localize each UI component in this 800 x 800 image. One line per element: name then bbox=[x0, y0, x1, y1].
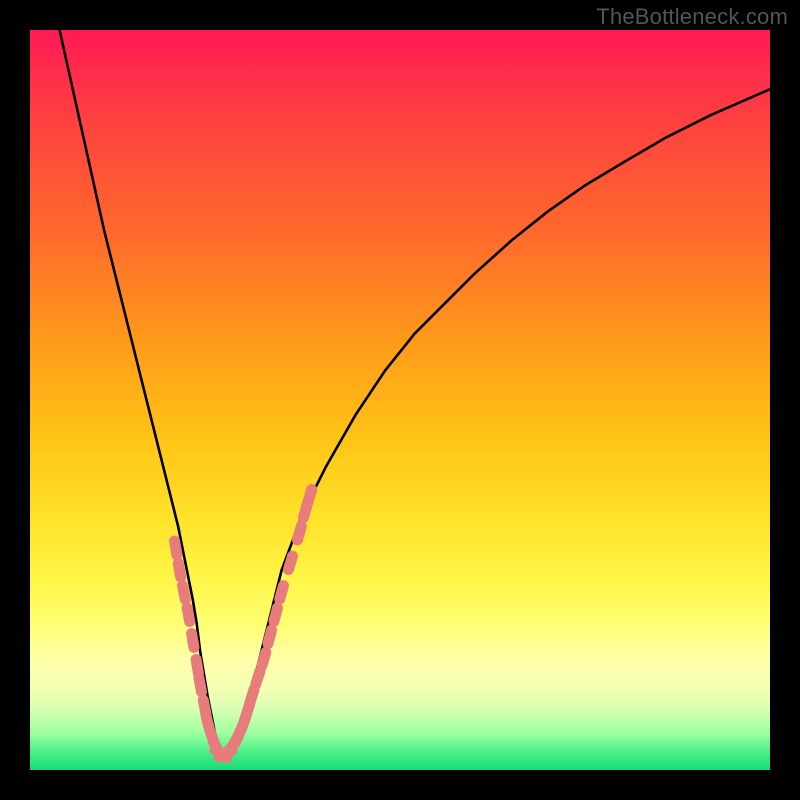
watermark-text: TheBottleneck.com bbox=[596, 4, 788, 30]
highlight-dot bbox=[274, 608, 278, 622]
highlight-dot bbox=[187, 608, 190, 622]
highlight-dot bbox=[280, 586, 284, 599]
plot-area bbox=[30, 30, 770, 770]
highlight-dot bbox=[297, 526, 301, 539]
highlight-dot bbox=[175, 541, 177, 555]
chart-svg bbox=[30, 30, 770, 770]
highlight-dot bbox=[199, 678, 202, 692]
highlight-dot bbox=[256, 671, 260, 684]
bottleneck-curve bbox=[60, 30, 770, 755]
highlight-dot bbox=[196, 660, 198, 674]
highlight-dot bbox=[183, 586, 186, 600]
highlight-dot bbox=[250, 689, 254, 702]
highlight-dot bbox=[178, 563, 181, 577]
highlight-dot bbox=[192, 634, 194, 648]
highlight-dot bbox=[288, 556, 292, 569]
highlight-dot bbox=[268, 630, 272, 644]
highlight-dot bbox=[308, 490, 312, 503]
highlight-dot bbox=[262, 652, 266, 665]
chart-root: TheBottleneck.com bbox=[0, 0, 800, 800]
highlight-dots-group bbox=[175, 490, 312, 758]
